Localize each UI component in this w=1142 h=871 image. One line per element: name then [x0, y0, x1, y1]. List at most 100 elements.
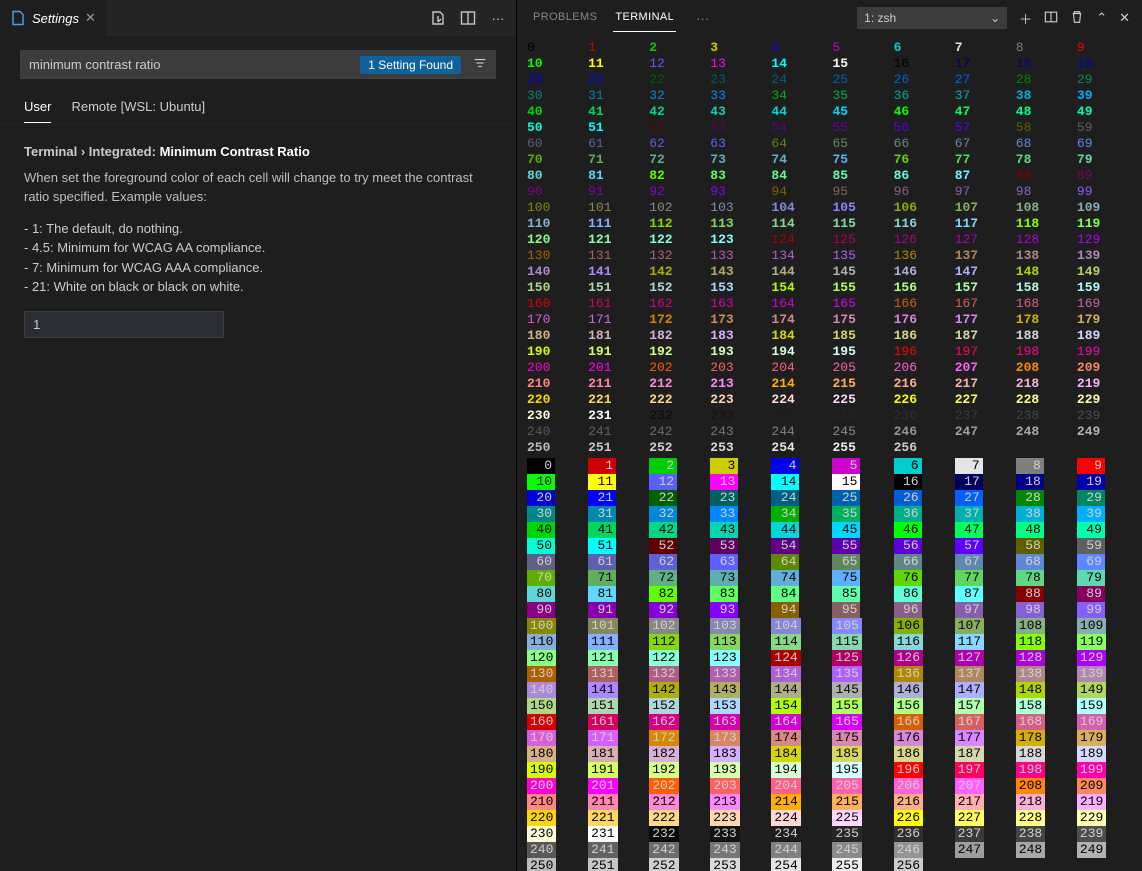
terminal-cell: 154 — [771, 280, 832, 296]
terminal-cell: 234 — [771, 826, 832, 842]
terminal-cell: 173 — [710, 730, 771, 746]
panel-tab-terminal[interactable]: TERMINAL — [613, 5, 676, 32]
terminal-cell: 180 — [527, 746, 588, 762]
terminal-cell: 156 — [894, 280, 955, 296]
settings-search-input[interactable] — [21, 51, 360, 78]
setting-examples-list: 1: The default, do nothing.4.5: Minimum … — [24, 219, 492, 297]
terminal-output[interactable]: 0123456789101112131415161718192021222324… — [517, 36, 1142, 871]
terminal-cell: 68 — [1016, 136, 1077, 152]
terminal-cell: 207 — [955, 360, 1016, 376]
open-settings-json-icon[interactable] — [430, 10, 446, 26]
terminal-cell: 209 — [1077, 778, 1138, 794]
terminal-cell: 112 — [649, 216, 710, 232]
terminal-cell: 98 — [1016, 602, 1077, 618]
panel-tab-problems[interactable]: PROBLEMS — [531, 5, 599, 31]
terminal-cell: 210 — [527, 794, 588, 810]
terminal-cell: 194 — [771, 762, 832, 778]
terminal-cell: 68 — [1016, 554, 1077, 570]
terminal-cell: 13 — [710, 474, 771, 490]
terminal-cell: 35 — [832, 506, 893, 522]
split-terminal-icon[interactable] — [1044, 10, 1058, 27]
terminal-cell: 38 — [1016, 506, 1077, 522]
terminal-cell: 72 — [649, 152, 710, 168]
filter-icon[interactable] — [465, 52, 495, 77]
terminal-cell: 22 — [649, 72, 710, 88]
terminal-cell: 84 — [771, 586, 832, 602]
terminal-cell: 120 — [527, 650, 588, 666]
terminal-cell: 103 — [710, 200, 771, 216]
terminal-cell: 199 — [1077, 762, 1138, 778]
terminal-cell: 190 — [527, 762, 588, 778]
terminal-cell: 76 — [894, 152, 955, 168]
terminal-cell: 63 — [710, 136, 771, 152]
terminal-cell: 82 — [649, 586, 710, 602]
terminal-cell: 224 — [771, 810, 832, 826]
terminal-cell: 241 — [588, 842, 649, 858]
terminal-cell: 203 — [710, 360, 771, 376]
close-icon[interactable]: ✕ — [85, 10, 96, 26]
terminal-cell: 39 — [1077, 506, 1138, 522]
terminal-cell: 152 — [649, 698, 710, 714]
terminal-cell: 126 — [894, 232, 955, 248]
maximize-panel-icon[interactable]: ⌃ — [1096, 10, 1107, 26]
panel-overflow-icon[interactable]: ··· — [690, 11, 715, 26]
terminal-cell: 136 — [894, 248, 955, 264]
scope-tabs: User Remote [WSL: Ubuntu] — [0, 85, 516, 124]
terminal-cell: 16 — [894, 56, 955, 72]
terminal-cell: 17 — [955, 56, 1016, 72]
terminal-cell: 240 — [527, 424, 588, 440]
terminal-cell: 229 — [1077, 392, 1138, 408]
terminal-cell: 222 — [649, 392, 710, 408]
terminal-cell: 179 — [1077, 312, 1138, 328]
terminal-cell: 119 — [1077, 634, 1138, 650]
terminal-cell: 254 — [771, 440, 832, 456]
tab-settings[interactable]: Settings ✕ — [0, 0, 106, 36]
scope-tab-user[interactable]: User — [24, 93, 51, 123]
terminal-cell: 237 — [955, 826, 1016, 842]
terminal-cell: 56 — [894, 120, 955, 136]
new-terminal-icon[interactable]: ＋ — [1019, 9, 1032, 28]
terminal-cell: 213 — [710, 794, 771, 810]
terminal-cell: 193 — [710, 344, 771, 360]
terminal-cell: 217 — [955, 794, 1016, 810]
terminal-cell: 191 — [588, 762, 649, 778]
terminal-cell: 117 — [955, 216, 1016, 232]
terminal-cell: 157 — [955, 280, 1016, 296]
terminal-cell: 12 — [649, 474, 710, 490]
setting-value-input[interactable] — [24, 311, 224, 338]
close-panel-icon[interactable]: ✕ — [1119, 10, 1130, 26]
terminal-cell: 22 — [649, 490, 710, 506]
terminal-selector[interactable]: 1: zsh ⌄ — [857, 7, 1007, 29]
scope-tab-remote[interactable]: Remote [WSL: Ubuntu] — [71, 93, 205, 123]
terminal-cell: 176 — [894, 312, 955, 328]
terminal-cell: 161 — [588, 296, 649, 312]
terminal-cell: 174 — [771, 312, 832, 328]
terminal-cell: 100 — [527, 200, 588, 216]
terminal-cell: 202 — [649, 360, 710, 376]
terminal-cell: 77 — [955, 570, 1016, 586]
terminal-cell: 251 — [588, 440, 649, 456]
terminal-cell: 222 — [649, 810, 710, 826]
editor-tab-bar: Settings ✕ ··· — [0, 0, 516, 36]
terminal-cell: 216 — [894, 794, 955, 810]
terminal-cell: 138 — [1016, 248, 1077, 264]
terminal-cell: 119 — [1077, 216, 1138, 232]
terminal-cell: 131 — [588, 666, 649, 682]
terminal-cell: 215 — [832, 794, 893, 810]
terminal-cell: 93 — [710, 602, 771, 618]
terminal-cell: 235 — [832, 826, 893, 842]
terminal-cell: 121 — [588, 232, 649, 248]
terminal-cell: 94 — [771, 184, 832, 200]
terminal-cell: 115 — [832, 634, 893, 650]
more-icon[interactable]: ··· — [490, 10, 506, 26]
terminal-cell: 188 — [1016, 746, 1077, 762]
split-editor-icon[interactable] — [460, 10, 476, 26]
terminal-cell: 167 — [955, 714, 1016, 730]
terminal-cell: 127 — [955, 650, 1016, 666]
terminal-cell: 90 — [527, 184, 588, 200]
kill-terminal-icon[interactable] — [1070, 10, 1084, 27]
terminal-cell: 245 — [832, 842, 893, 858]
terminal-cell: 9 — [1077, 40, 1138, 56]
terminal-cell: 223 — [710, 392, 771, 408]
terminal-cell: 88 — [1016, 168, 1077, 184]
